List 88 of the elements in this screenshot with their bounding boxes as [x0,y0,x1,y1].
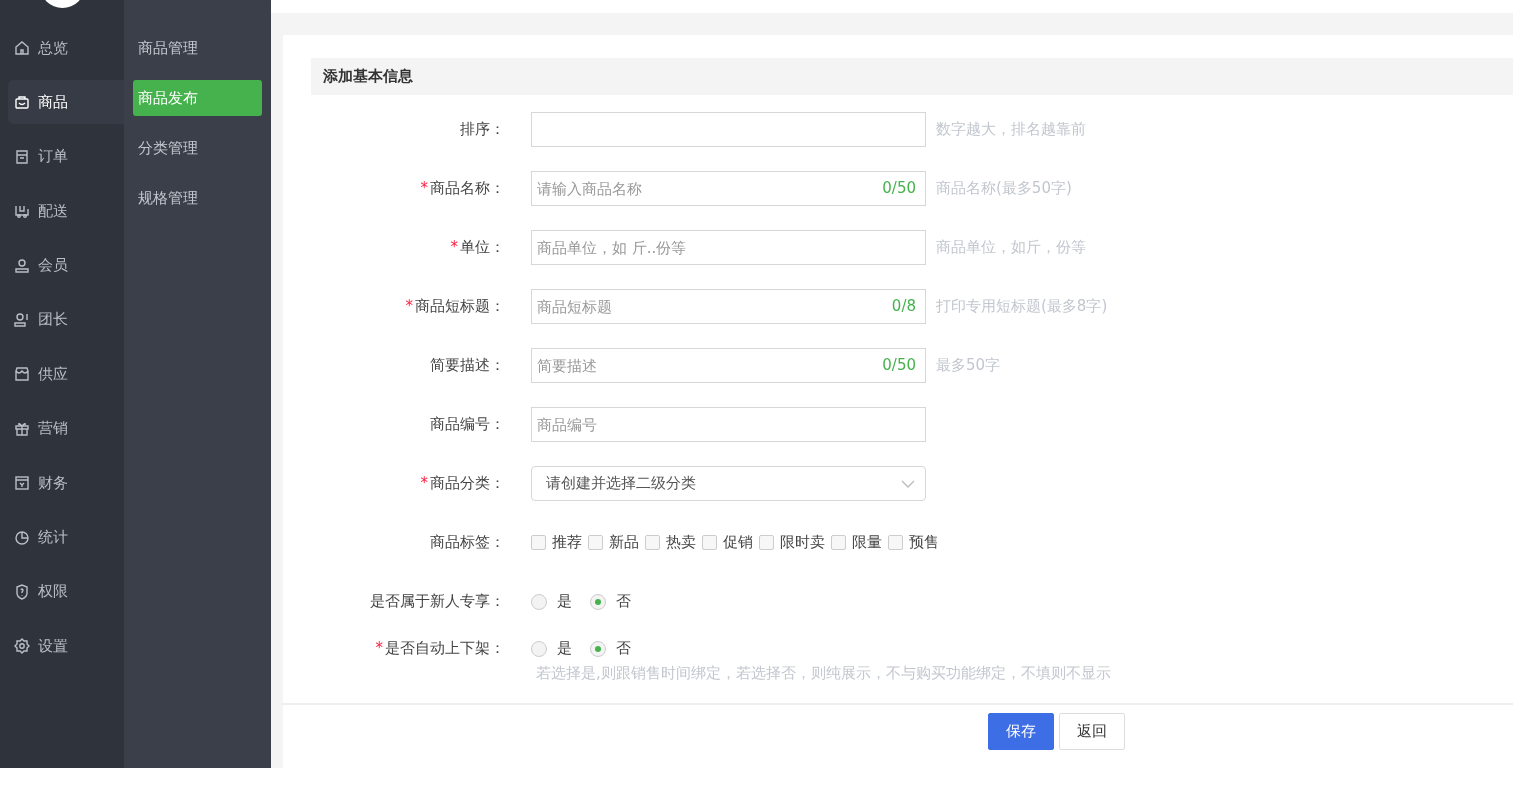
nav-item[interactable]: 统计 [8,515,124,560]
nav-label: 统计 [38,528,68,547]
truck-icon [14,203,30,220]
checkbox-label: 限量 [852,533,882,552]
home-icon [14,40,30,56]
nav-label: 会员 [38,256,68,276]
field-note: 若选择是,则跟销售时间绑定，若选择否，则纯展示，不与购买功能绑定，不填则不显示 [536,664,1111,683]
order-icon [14,148,30,165]
back-button[interactable]: 返回 [1059,713,1125,750]
field-label: 简要描述： [429,356,506,375]
checkbox-label: 热卖 [666,533,696,552]
checkbox-label: 限时卖 [780,533,825,552]
radio-button[interactable] [590,640,606,657]
text-field[interactable]: 商品编号 [531,407,926,442]
checkbox-label: 推荐 [552,533,582,552]
save-button[interactable]: 保存 [988,713,1054,750]
checkbox[interactable] [888,535,903,550]
checkbox-label: 促销 [723,533,753,552]
nav-label: 配送 [38,201,68,221]
bag-icon [14,94,30,111]
character-counter: 0/50 [882,179,916,197]
radio-button[interactable] [531,593,547,610]
nav-item[interactable]: 设置 [8,624,124,669]
checkbox[interactable] [702,535,717,550]
nav-label: 财务 [38,473,68,493]
store-icon [14,366,30,383]
field-label: 商品编号： [429,415,506,434]
nav-label: 供应 [38,364,68,384]
radio-button[interactable] [590,593,606,610]
checkbox[interactable] [588,535,603,550]
radio-label: 是 [557,592,572,611]
field-label: 是否属于新人专享： [369,592,506,611]
text-field[interactable]: 商品单位，如 斤..份等 [531,230,926,265]
section-title: 添加基本信息 [311,58,1513,95]
field-hint: 商品单位，如斤，份等 [936,238,1086,257]
field-hint: 商品名称(最多50字) [936,179,1072,198]
character-counter: 0/50 [882,356,916,374]
chevron-down-icon [901,479,915,488]
nav-item[interactable]: 总览 [8,26,124,70]
field-label: *商品短标题： [404,297,506,316]
nav-label: 总览 [38,38,68,58]
field-label: *单位： [449,238,506,257]
nav-label: 营销 [38,419,68,439]
nav-item[interactable]: 团长 [8,297,124,342]
nav-label: 权限 [38,582,68,602]
radio-label: 否 [616,639,631,658]
nav-label: 订单 [38,147,68,167]
subnav-item[interactable]: 商品管理 [133,30,262,66]
nav-item[interactable]: 订单 [8,134,124,179]
checkbox[interactable] [759,535,774,550]
nav-label: 设置 [38,636,68,656]
field-hint: 打印专用短标题(最多8字) [936,297,1108,316]
nav-item[interactable]: 权限 [8,569,124,614]
nav-item[interactable]: 配送 [8,189,124,234]
category-select[interactable]: 请创建并选择二级分类 [531,466,926,501]
checkbox[interactable] [531,535,546,550]
field-label: 商品标签： [429,533,506,552]
shield-icon [14,583,30,600]
character-counter: 0/8 [891,297,916,315]
users-icon [14,311,30,328]
checkbox[interactable] [645,535,660,550]
gift-icon [14,420,30,437]
user-icon [14,257,30,274]
nav-item[interactable]: 供应 [8,352,124,397]
radio-button[interactable] [531,640,547,657]
checkbox[interactable] [831,535,846,550]
field-hint: 最多50字 [936,356,1001,375]
subnav-item[interactable]: 规格管理 [133,180,262,216]
wallet-icon [14,475,30,492]
nav-label: 商品 [38,92,68,112]
field-label: *商品分类： [419,474,506,493]
nav-item[interactable]: 商品 [8,80,124,125]
pie-icon [14,529,30,546]
field-hint: 数字越大，排名越靠前 [936,120,1086,139]
gear-icon [14,638,30,655]
subnav-item[interactable]: 分类管理 [133,130,262,166]
field-label: *商品名称： [419,179,506,198]
field-label: *是否自动上下架： [374,639,506,658]
nav-item[interactable]: 会员 [8,243,124,288]
field-label: 排序： [459,120,506,139]
checkbox-label: 新品 [609,533,639,552]
nav-item[interactable]: 财务 [8,461,124,506]
checkbox-label: 预售 [909,533,939,552]
nav-label: 团长 [38,310,68,330]
radio-label: 是 [557,639,572,658]
radio-label: 否 [616,592,631,611]
nav-item[interactable]: 营销 [8,406,124,451]
text-field[interactable] [531,112,926,147]
